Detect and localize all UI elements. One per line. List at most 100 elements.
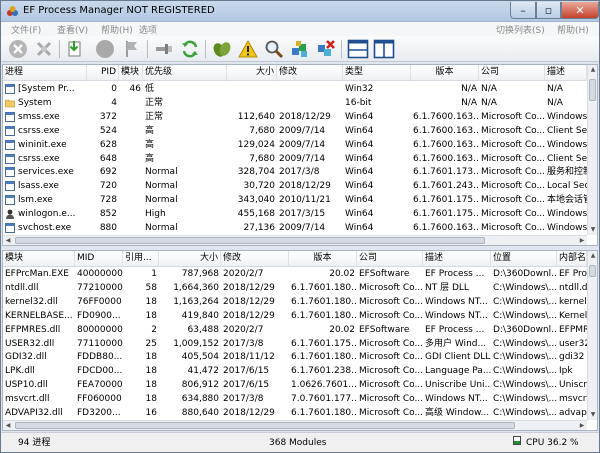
col-header-location[interactable]: 位置 (491, 251, 557, 267)
process-row[interactable]: csrss.exe 648 高 7,680 2009/7/14 Win64 6.1.7600… (3, 152, 587, 166)
search-icon[interactable] (263, 38, 285, 60)
kill-process-icon[interactable] (7, 38, 29, 60)
process-company-cell: Microsoft Co... (481, 209, 545, 220)
module-vscroll-thumb[interactable] (589, 265, 596, 277)
col-header-modified[interactable]: 修改 (277, 65, 343, 81)
col-header-mod-version[interactable]: 版本 (289, 251, 357, 267)
process-vscroll-thumb[interactable] (589, 79, 596, 101)
process-row[interactable]: services.exe 692 Normal 328,704 2017/3/8 Win6… (3, 165, 587, 179)
menu-help-right[interactable]: 帮助(H) (557, 23, 589, 36)
process-horizontal-scrollbar[interactable]: ◀ ▶ (3, 235, 587, 245)
modules-icon[interactable] (289, 38, 311, 60)
module-row[interactable]: GDI32.dll FDDB80... 18 405,504 2018/11/12 6.1… (3, 350, 587, 364)
col-header-refs[interactable]: 引用... (123, 251, 159, 267)
col-header-description[interactable]: 描述 (545, 65, 587, 81)
col-header-mod-size[interactable]: 大小 (159, 251, 221, 267)
col-header-type[interactable]: 类型 (343, 65, 411, 81)
cpu-usage: CPU 36.2 % (526, 438, 579, 448)
maximize-button[interactable]: ▫ (536, 2, 561, 19)
process-list[interactable]: 进程 PID 模块 优先级 大小 修改 类型 版本 公司 描述 [System … (2, 64, 598, 246)
module-horizontal-scrollbar[interactable]: ◀ ▶ (3, 420, 587, 430)
col-header-process[interactable]: 进程 (3, 65, 87, 81)
process-row[interactable]: csrss.exe 524 高 7,680 2009/7/14 Win64 6.1.7600… (3, 124, 587, 138)
warning-icon[interactable] (237, 38, 259, 60)
close-button[interactable]: ✕ (561, 2, 599, 19)
window-icon (5, 139, 15, 150)
process-list-header: 进程 PID 模块 优先级 大小 修改 类型 版本 公司 描述 (3, 65, 587, 81)
process-row[interactable]: lsm.exe 728 Normal 343,040 2010/11/21 Win64 6.… (3, 193, 587, 207)
col-header-mod-modified[interactable]: 修改 (221, 251, 289, 267)
menu-switch-list[interactable]: 切换列表(S) (496, 23, 545, 36)
minimize-button[interactable]: – (510, 2, 536, 19)
col-header-size[interactable]: 大小 (227, 65, 277, 81)
module-mid-cell: FD0900... (77, 310, 121, 321)
menu-file[interactable]: 文件(F) (11, 23, 41, 36)
process-row[interactable]: winlogon.e... 852 High 455,168 2017/3/15 Win6… (3, 207, 587, 221)
module-row[interactable]: EFPMRES.dll 80000000 2 63,488 2020/2/7 20.02 E… (3, 323, 587, 337)
module-row[interactable]: ntdll.dll 77210000 58 1,664,360 2018/12/29 6.… (3, 281, 587, 295)
module-refs-cell: 18 (145, 296, 157, 307)
process-row[interactable]: smss.exe 372 正常 112,640 2018/12/29 Win64 6.1.7… (3, 110, 587, 124)
process-name-cell: System (18, 97, 52, 108)
process-vertical-scrollbar[interactable]: ▲ ▼ (587, 65, 597, 235)
module-size-cell: 405,504 (181, 352, 219, 363)
horizontal-split-icon[interactable] (347, 38, 369, 60)
col-header-module[interactable]: 模块 (3, 251, 75, 267)
kill-tree-icon[interactable] (33, 38, 55, 60)
unload-module-icon[interactable] (315, 38, 337, 60)
process-module-cell: 46 (129, 84, 141, 94)
process-row[interactable]: lsass.exe 720 Normal 30,720 2018/12/29 Win64 6… (3, 179, 587, 193)
process-row[interactable]: [System Pr... 0 46 低 Win32 N/A N/A N/A (3, 82, 587, 96)
process-row[interactable]: svchost.exe 880 Normal 27,136 2009/7/14 Win64… (3, 221, 587, 235)
module-internal-cell: advapi32 (559, 408, 587, 418)
module-mid-cell: 77110000 (77, 338, 123, 349)
module-list[interactable]: 模块 MID 引用... 大小 修改 版本 公司 描述 位置 内部名 EFPrc… (2, 250, 598, 431)
flag-icon[interactable] (121, 38, 143, 60)
refresh-icon[interactable] (179, 38, 201, 60)
col-header-internal-name[interactable]: 内部名 (557, 251, 587, 267)
process-company-cell: N/A (481, 84, 497, 94)
process-row[interactable]: System 4 正常 16-bit N/A N/A N/A (3, 96, 587, 110)
new-process-icon[interactable] (64, 38, 86, 60)
process-desc-cell: Local Secur (547, 181, 587, 192)
menu-view[interactable]: 查看(V) (57, 23, 88, 36)
suspend-icon[interactable] (94, 38, 116, 60)
vertical-split-icon[interactable] (373, 38, 395, 60)
module-company-cell: EFSoftware (359, 269, 410, 279)
process-desc-cell: N/A (547, 84, 563, 94)
module-row[interactable]: KERNELBASE... FD0900... 18 419,840 2018/12/2… (3, 309, 587, 323)
col-header-company[interactable]: 公司 (479, 65, 545, 81)
cpu-meter-fill (514, 441, 520, 444)
module-hscroll-thumb[interactable] (15, 422, 515, 429)
process-pid-cell: 0 (111, 84, 117, 94)
module-refs-cell: 25 (145, 338, 157, 349)
process-row[interactable]: wininit.exe 628 高 129,024 2009/7/14 Win64 6.1.… (3, 138, 587, 152)
module-row[interactable]: kernel32.dll 76FF0000 18 1,163,264 2018/12/2… (3, 295, 587, 309)
col-header-version[interactable]: 版本 (411, 65, 479, 81)
process-version-cell: 6.1.7601.175... (413, 209, 479, 220)
menu-options[interactable]: 选项 (139, 23, 157, 36)
title-bar[interactable]: EF Process Manager NOT REGISTERED – ▫ ✕ (1, 1, 599, 22)
module-row[interactable]: LPK.dll FDCD00... 18 41,472 2017/6/15 6.1.760… (3, 364, 587, 378)
col-header-mid[interactable]: MID (75, 251, 123, 267)
module-modified-cell: 2017/3/8 (223, 338, 264, 349)
module-vertical-scrollbar[interactable]: ▲ ▼ (587, 251, 597, 420)
module-row[interactable]: ADVAPI32.dll FD3200... 16 880,640 2018/12/29… (3, 406, 587, 420)
col-header-pid[interactable]: PID (87, 65, 119, 81)
leaves-icon[interactable] (211, 38, 233, 60)
col-header-modules[interactable]: 模块 (119, 65, 143, 81)
process-hscroll-thumb[interactable] (15, 237, 485, 244)
module-row[interactable]: msvcrt.dll FF060000 18 634,880 2017/3/8 7.0.7… (3, 392, 587, 406)
module-row[interactable]: USP10.dll FEA70000 18 806,912 2017/6/15 1.062… (3, 378, 587, 392)
process-priority-cell: 高 (145, 153, 155, 164)
col-header-mod-description[interactable]: 描述 (423, 251, 491, 267)
module-row[interactable]: EFPrcMan.EXE 40000000 1 787,968 2020/2/7 20.0… (3, 267, 587, 281)
pipe-icon[interactable] (153, 38, 175, 60)
col-header-priority[interactable]: 优先级 (143, 65, 227, 81)
process-size-cell: 129,024 (237, 139, 275, 150)
menu-help[interactable]: 帮助(H) (101, 23, 133, 36)
process-module-cell (119, 152, 143, 166)
module-row[interactable]: USER32.dll 77110000 25 1,009,152 2017/3/8 6.1… (3, 337, 587, 351)
col-header-mod-company[interactable]: 公司 (357, 251, 423, 267)
process-desc-cell: 服务和控制 (547, 167, 587, 178)
